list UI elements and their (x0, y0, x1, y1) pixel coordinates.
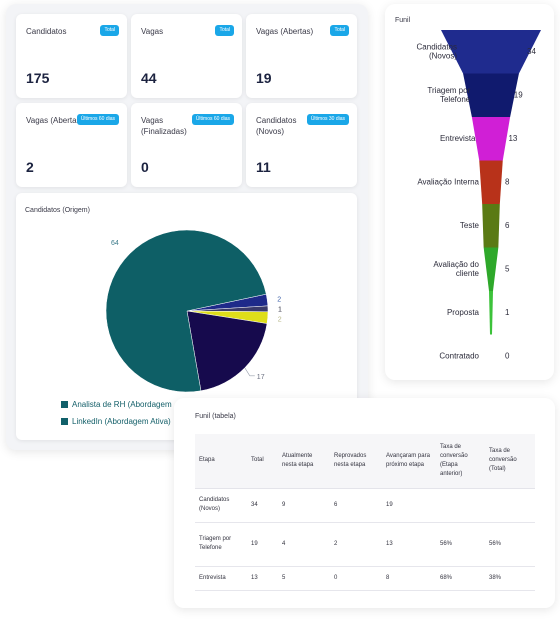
kpi-card-vagas-abertas-60d[interactable]: Vagas (Abertas) Últimos 60 dias 2 (16, 103, 127, 187)
funnel-category-label: Avaliação do cliente (433, 260, 479, 278)
funnel-segment[interactable] (482, 204, 500, 248)
table-cell: 19 (382, 488, 436, 523)
funnel-value-label: 19 (514, 90, 523, 99)
kpi-badge: Últimos 30 dias (306, 114, 349, 125)
pie-data-label: 64 (111, 240, 119, 247)
kpi-value: 44 (141, 70, 157, 86)
kpi-badge: Total (330, 25, 349, 36)
table-cell: 13 (247, 566, 278, 591)
table-cell: 4 (278, 522, 330, 567)
pie-data-label: 1 (278, 307, 282, 314)
funnel-category-label: Contratado (439, 351, 479, 360)
column-header[interactable]: Atualmente nesta etapa (278, 434, 330, 489)
funnel-segment[interactable] (483, 247, 499, 292)
legend-swatch (61, 401, 68, 408)
column-header[interactable]: Avançaram para próximo etapa (382, 434, 436, 489)
column-header[interactable]: Taxa de conversão (Total) (485, 434, 535, 489)
table-cell: 68% (436, 566, 485, 591)
funnel-value-label: 34 (527, 47, 536, 56)
funnel-value-label: 8 (505, 177, 510, 186)
table-row: Candidatos (Novos) 34 9 6 19 (195, 488, 535, 523)
kpi-card-vagas-finalizadas-60d[interactable]: Vagas (Finalizadas) Últimos 60 dias 0 (131, 103, 242, 187)
funnel-segment[interactable] (489, 291, 493, 335)
kpi-value: 2 (26, 159, 34, 175)
funnel-value-label: 0 (505, 351, 510, 360)
funnel-segment[interactable] (479, 160, 503, 205)
legend-label: LinkedIn (Abordagem Ativa) (72, 417, 171, 426)
kpi-badge: Total (215, 25, 234, 36)
table-cell: 38% (485, 566, 535, 591)
kpi-badge: Últimos 60 dias (191, 114, 234, 125)
funnel-value-label: 1 (505, 308, 510, 317)
funnel-value-label: 6 (505, 221, 510, 230)
funil-panel: Funil Candidatos (Novos) 34 Triagem por Tele… (385, 4, 554, 380)
origem-title: Candidatos (Origem) (25, 207, 90, 214)
funil-title: Funil (395, 17, 411, 24)
kpi-badge: Total (100, 25, 119, 36)
kpi-value: 11 (256, 159, 271, 175)
table-cell: 6 (330, 488, 382, 523)
table-cell: Candidatos (Novos) (195, 488, 247, 523)
kpi-label: Vagas (Abertas) (256, 27, 314, 36)
kpi-value: 19 (256, 70, 272, 86)
funnel-value-label: 5 (505, 264, 510, 273)
table-cell: 34 (247, 488, 278, 523)
pie-data-label: 2 (277, 297, 281, 304)
table-cell: 19 (247, 522, 278, 567)
dashboard-panel: Candidatos Total 175 Vagas Total 44 Vaga… (6, 4, 368, 450)
table-cell: Entrevista (195, 566, 247, 591)
legend-label: Analista de RH (Abordagem (72, 400, 172, 409)
table-row: Triagem por Telefone 19 4 2 13 56% 56% (195, 522, 535, 567)
column-header[interactable]: Reprovados nesta etapa (330, 434, 382, 489)
table-cell: 13 (382, 522, 436, 567)
funnel-value-label: 13 (508, 134, 517, 143)
funnel-category-label: Triagem por Telefone (427, 86, 470, 104)
kpi-label: Candidatos (26, 27, 67, 36)
funil-tabela-panel: Funil (tabela) Etapa Total Atualmente ne… (174, 398, 555, 608)
table-cell: 9 (278, 488, 330, 523)
legend-item-rh[interactable]: Analista de RH (Abordagem (61, 400, 172, 409)
pie-data-label: 17 (257, 374, 265, 381)
funnel-category-label: Entrevista (440, 134, 476, 143)
kpi-label: Vagas (141, 27, 164, 36)
kpi-card-candidatos[interactable]: Candidatos Total 175 (16, 14, 127, 98)
pie-label-line (244, 367, 255, 377)
legend-item-linkedin[interactable]: LinkedIn (Abordagem Ativa) (61, 417, 171, 426)
table-header-row: Etapa Total Atualmente nesta etapa Repro… (195, 434, 535, 489)
kpi-value: 175 (26, 70, 50, 86)
table-cell: 56% (436, 522, 485, 567)
legend-swatch (61, 418, 68, 425)
funil-table: Etapa Total Atualmente nesta etapa Repro… (195, 434, 535, 591)
tabela-title: Funil (tabela) (195, 413, 236, 420)
funil-chart: Candidatos (Novos) 34 Triagem por Telefone 19… (417, 30, 541, 360)
table-cell: 2 (330, 522, 382, 567)
table-cell: 5 (278, 566, 330, 591)
table-row: Entrevista 13 5 0 8 68% 38% (195, 566, 535, 591)
table-cell: 56% (485, 522, 535, 567)
kpi-card-vagas-abertas[interactable]: Vagas (Abertas) Total 19 (246, 14, 357, 98)
kpi-badge: Últimos 60 dias (76, 114, 119, 125)
column-header[interactable]: Total (247, 434, 278, 489)
funnel-category-label: Teste (460, 221, 480, 230)
table-cell: 0 (330, 566, 382, 591)
table-cell: Triagem por Telefone (195, 522, 247, 567)
funnel-category-label: Candidatos (Novos) (417, 42, 458, 60)
pie-data-label: 2 (278, 317, 282, 324)
kpi-card-vagas[interactable]: Vagas Total 44 (131, 14, 242, 98)
table-cell (436, 488, 485, 523)
funnel-category-label: Proposta (447, 308, 480, 317)
kpi-value: 0 (141, 159, 149, 175)
table-cell (485, 488, 535, 523)
kpi-card-candidatos-novos-30d[interactable]: Candidatos (Novos) Últimos 30 dias 11 (246, 103, 357, 187)
origem-pie-chart: 2 1 2 17 64 (105, 229, 282, 393)
column-header[interactable]: Taxa de conversão (Etapa anterior) (436, 434, 485, 489)
funnel-category-label: Avaliação Interna (417, 177, 479, 186)
funnel-segment[interactable] (471, 117, 511, 161)
table-cell: 8 (382, 566, 436, 591)
column-header[interactable]: Etapa (195, 434, 247, 489)
funnel-segment[interactable] (463, 73, 519, 118)
